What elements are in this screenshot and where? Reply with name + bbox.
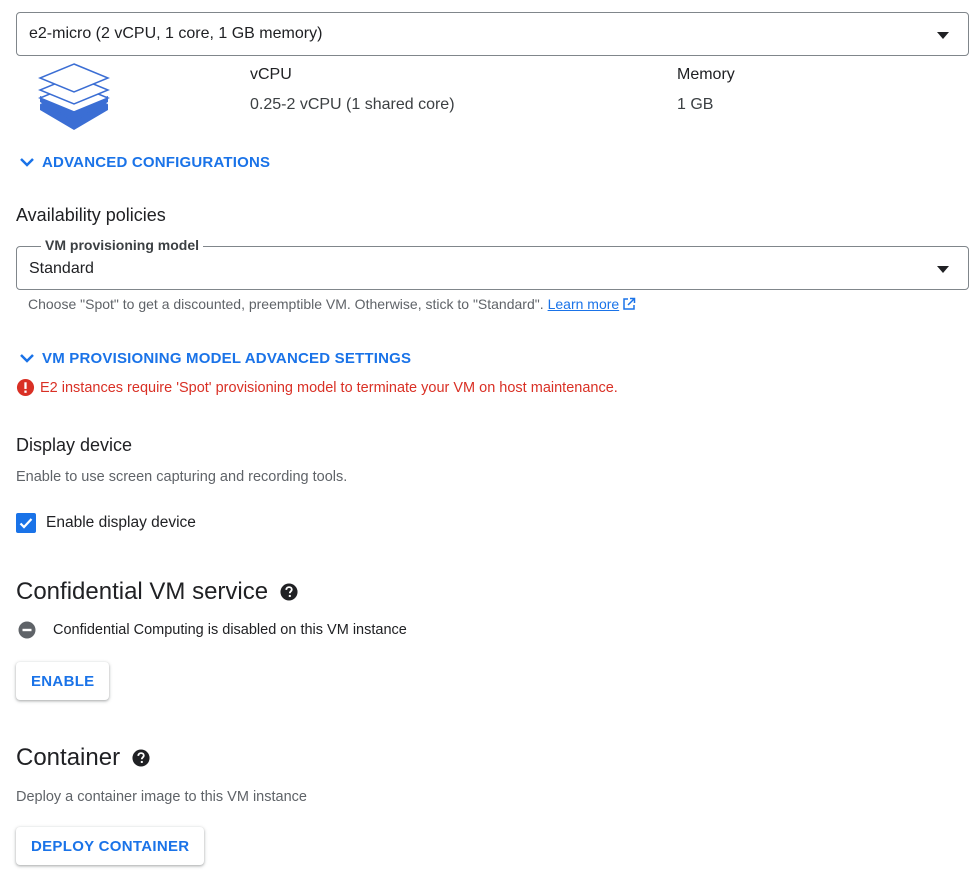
provisioning-helper: Choose "Spot" to get a discounted, preem…: [28, 296, 636, 312]
remove-circle-icon: [18, 621, 36, 639]
display-device-checkbox-label: Enable display device: [46, 514, 196, 531]
machine-type-select[interactable]: e2-micro (2 vCPU, 1 core, 1 GB memory): [16, 12, 969, 56]
availability-policies-title: Availability policies: [16, 205, 166, 225]
machine-type-value: e2-micro (2 vCPU, 1 core, 1 GB memory): [29, 25, 323, 42]
container-description: Deploy a container image to this VM inst…: [16, 789, 307, 805]
help-icon[interactable]: [132, 749, 150, 767]
provisioning-advanced-settings-toggle[interactable]: VM PROVISIONING MODEL ADVANCED SETTINGS: [18, 346, 411, 370]
enable-confidential-button[interactable]: ENABLE: [16, 662, 110, 700]
layers-stack-icon: [34, 60, 114, 140]
provisioning-model-label: VM provisioning model: [41, 237, 204, 253]
confidential-status: Confidential Computing is disabled on th…: [18, 621, 407, 639]
memory-header: Memory: [677, 66, 735, 83]
confidential-vm-title: Confidential VM service: [16, 578, 269, 605]
provisioning-error-text: E2 instances require 'Spot' provisioning…: [40, 379, 618, 396]
container-title-row: Container: [16, 744, 150, 772]
container-title: Container: [16, 744, 121, 771]
provisioning-error: E2 instances require 'Spot' provisioning…: [16, 378, 618, 397]
provisioning-model-select[interactable]: VM provisioning model Standard: [16, 237, 969, 290]
memory-value: 1 GB: [677, 96, 714, 113]
display-device-description: Enable to use screen capturing and recor…: [16, 469, 348, 485]
vcpu-header: vCPU: [250, 66, 292, 83]
provisioning-model-value: Standard: [29, 260, 94, 277]
deploy-container-button[interactable]: DEPLOY CONTAINER: [16, 827, 205, 865]
error-icon: [16, 378, 35, 397]
provisioning-helper-text: Choose "Spot" to get a discounted, preem…: [28, 296, 544, 312]
help-icon[interactable]: [280, 583, 298, 601]
display-device-checkbox-row[interactable]: Enable display device: [16, 513, 196, 533]
provisioning-advanced-settings-label: VM PROVISIONING MODEL ADVANCED SETTINGS: [42, 349, 412, 367]
chevron-down-icon: [20, 158, 34, 167]
display-device-checkbox[interactable]: [16, 513, 36, 533]
learn-more-link[interactable]: Learn more: [548, 296, 620, 312]
advanced-configurations-label: ADVANCED CONFIGURATIONS: [42, 153, 271, 171]
check-icon: [19, 518, 33, 529]
open-in-new-icon: [623, 297, 636, 310]
advanced-configurations-toggle[interactable]: ADVANCED CONFIGURATIONS: [18, 150, 270, 174]
display-device-title: Display device: [16, 435, 133, 455]
chevron-down-icon: [20, 354, 34, 363]
dropdown-arrow-icon: [937, 32, 949, 39]
confidential-vm-title-row: Confidential VM service: [16, 578, 298, 606]
vcpu-value: 0.25-2 vCPU (1 shared core): [250, 96, 455, 113]
dropdown-arrow-icon: [937, 266, 949, 273]
confidential-status-text: Confidential Computing is disabled on th…: [53, 622, 407, 638]
